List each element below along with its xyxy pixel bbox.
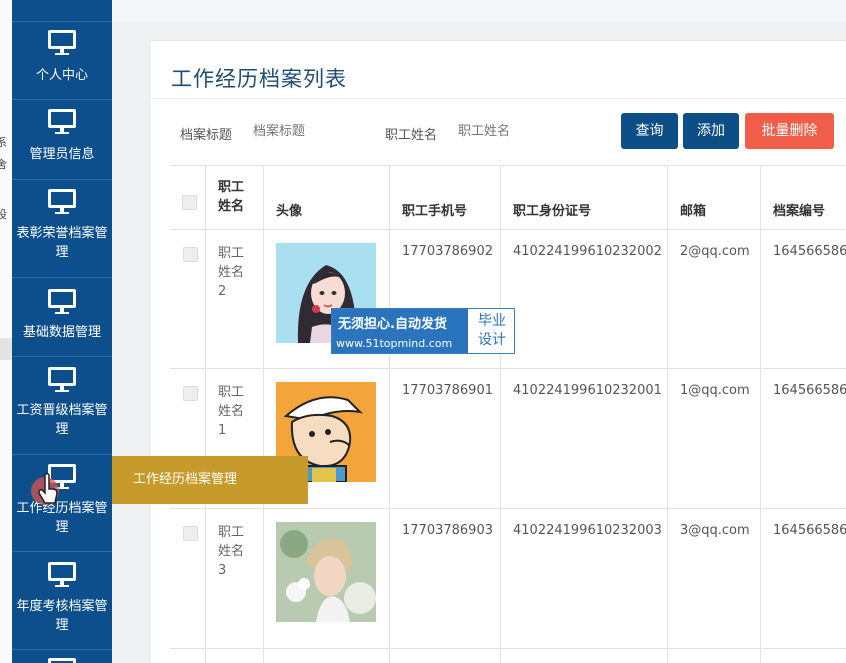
- monitor-icon: [48, 367, 76, 392]
- sidebar-item-basic-data[interactable]: 基础数据管理: [12, 278, 112, 357]
- sidebar-item-label: 表彰荣誉档案管理: [16, 226, 108, 260]
- monitor-icon: [48, 658, 76, 663]
- watermark-line1: 无须担心.自动发货: [338, 317, 447, 332]
- cell-phone: 17703786901: [402, 383, 493, 398]
- column-header-avatar: 头像: [276, 204, 303, 219]
- sidebar-item-salary-archive[interactable]: 工资晋级档案管理: [12, 357, 112, 455]
- top-band: [112, 0, 846, 22]
- sidebar-item-personal-center[interactable]: 个人中心: [12, 22, 112, 100]
- column-header-file-no: 档案编号: [773, 204, 826, 219]
- name-filter-label: 职工姓名: [385, 128, 438, 143]
- column-header-email: 邮箱: [680, 204, 707, 219]
- query-button[interactable]: 查询: [621, 113, 678, 149]
- sidebar-item-label: 基础数据管理: [22, 325, 101, 340]
- cell-email: 3@qq.com: [680, 523, 750, 538]
- table-row: 职工姓名3 17703786903 410224199610232003 3@q…: [170, 509, 846, 649]
- cell-email: 2@qq.com: [680, 244, 750, 259]
- sidebar-item-label: 年度考核档案管理: [16, 599, 108, 633]
- watermark-badge-text: 毕业设计: [478, 313, 506, 348]
- monitor-icon: [48, 30, 76, 55]
- table-row-partial: [170, 649, 846, 663]
- watermark-line2: www.51topmind.com: [336, 337, 453, 350]
- watermark-badge: 无须担心.自动发货 www.51topmind.com 毕业设计: [331, 308, 515, 354]
- background-window-edge: 系 舍 设: [0, 0, 12, 663]
- name-search-input[interactable]: [458, 118, 568, 146]
- hand-cursor-icon: [31, 472, 59, 505]
- add-button[interactable]: 添加: [683, 113, 739, 149]
- sidebar-item-honor-archive[interactable]: 表彰荣誉档案管理: [12, 180, 112, 278]
- monitor-icon: [48, 562, 76, 587]
- cell-name: 职工姓名3: [218, 525, 245, 578]
- select-all-checkbox[interactable]: [182, 195, 197, 210]
- sidebar-item-label: 管理员信息: [29, 147, 95, 162]
- column-header-name: 职工姓名: [218, 180, 245, 214]
- row-checkbox[interactable]: [183, 526, 198, 541]
- sidebar-item-admin-info[interactable]: 管理员信息: [12, 100, 112, 180]
- sidebar-item-top[interactable]: [12, 0, 112, 22]
- cell-file-no: 1645665862: [773, 244, 846, 259]
- title-search-input[interactable]: [253, 118, 363, 146]
- cell-id-card: 410224199610232003: [513, 523, 662, 538]
- sidebar-item-label: 个人中心: [35, 68, 88, 83]
- sidebar-item-next[interactable]: [12, 650, 112, 663]
- avatar-image: [276, 522, 376, 622]
- cell-file-no: 1645665862: [773, 523, 846, 538]
- batch-delete-button[interactable]: 批量删除: [745, 113, 834, 149]
- monitor-icon: [48, 109, 76, 134]
- archive-table: 职工姓名 头像 职工手机号 职工身份证号 邮箱 档案编号 职工姓名2 17703…: [170, 165, 846, 663]
- cell-id-card: 410224199610232002: [513, 244, 662, 259]
- sidebar-item-annual-review-archive[interactable]: 年度考核档案管理: [12, 552, 112, 650]
- monitor-icon: [48, 189, 76, 214]
- sidebar-tooltip: 工作经历档案管理: [112, 456, 308, 504]
- cell-phone: 17703786902: [402, 244, 493, 259]
- cell-phone: 17703786903: [402, 523, 493, 538]
- cell-email: 1@qq.com: [680, 383, 750, 398]
- row-checkbox[interactable]: [183, 386, 198, 401]
- column-header-phone: 职工手机号: [402, 204, 468, 219]
- cell-id-card: 410224199610232001: [513, 383, 662, 398]
- divider: [150, 98, 846, 99]
- page-title: 工作经历档案列表: [171, 67, 347, 91]
- row-checkbox[interactable]: [183, 247, 198, 262]
- title-filter-label: 档案标题: [180, 128, 233, 143]
- column-header-id-card: 职工身份证号: [513, 204, 592, 219]
- cell-name: 职工姓名2: [218, 246, 245, 299]
- sidebar-item-label: 工资晋级档案管理: [16, 403, 108, 437]
- monitor-icon: [48, 289, 76, 314]
- table-header-row: 职工姓名 头像 职工手机号 职工身份证号 邮箱 档案编号: [170, 166, 846, 230]
- cell-name: 职工姓名1: [218, 385, 245, 438]
- sidebar: 个人中心 管理员信息 表彰荣誉档案管理 基础数据管理 工资晋级档案管理 工作经历…: [12, 0, 112, 663]
- cell-file-no: 1645665862: [773, 383, 846, 398]
